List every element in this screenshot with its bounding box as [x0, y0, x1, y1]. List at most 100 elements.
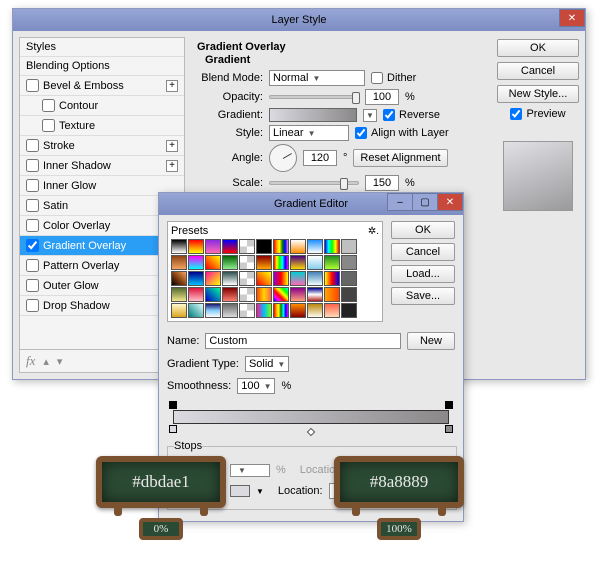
ge-save-button[interactable]: Save... — [391, 287, 455, 305]
preset-swatch[interactable] — [290, 287, 306, 302]
plus-icon[interactable]: + — [166, 140, 178, 152]
preset-swatch[interactable] — [222, 303, 238, 318]
sidebar-item-bevel-emboss[interactable]: Bevel & Emboss+ — [20, 76, 184, 96]
gradient-picker-button[interactable]: ▼ — [363, 109, 377, 122]
dither-checkbox[interactable]: Dither — [371, 72, 416, 84]
preset-swatch[interactable] — [205, 239, 221, 254]
ok-button[interactable]: OK — [497, 39, 579, 57]
style-select[interactable]: Linear▼ — [269, 125, 349, 141]
preset-swatch[interactable] — [222, 271, 238, 286]
sidebar-item-checkbox[interactable] — [26, 199, 39, 212]
opacity-stop-right[interactable] — [445, 401, 453, 409]
stop-color-swatch[interactable] — [230, 485, 250, 497]
preset-swatch[interactable] — [307, 255, 323, 270]
gradient-swatch[interactable] — [269, 108, 357, 122]
preset-swatch[interactable] — [324, 303, 340, 318]
preset-swatch[interactable] — [188, 287, 204, 302]
preset-swatch[interactable] — [205, 287, 221, 302]
sidebar-item-inner-shadow[interactable]: Inner Shadow+ — [20, 156, 184, 176]
plus-icon[interactable]: + — [166, 80, 178, 92]
ge-load-button[interactable]: Load... — [391, 265, 455, 283]
new-style-button[interactable]: New Style... — [497, 85, 579, 103]
preset-swatch[interactable] — [273, 239, 289, 254]
gradient-editor-titlebar[interactable]: Gradient Editor – ▢ ✕ — [159, 193, 463, 215]
opacity-slider[interactable] — [269, 95, 359, 99]
sidebar-item-checkbox[interactable] — [26, 79, 39, 92]
preset-swatch[interactable] — [307, 239, 323, 254]
sidebar-item-checkbox[interactable] — [26, 259, 39, 272]
reset-alignment-button[interactable]: Reset Alignment — [353, 149, 447, 167]
sidebar-item-checkbox[interactable] — [42, 119, 55, 132]
preset-swatch[interactable] — [188, 303, 204, 318]
preset-swatch[interactable] — [324, 271, 340, 286]
sidebar-item-checkbox[interactable] — [26, 279, 39, 292]
preset-swatch[interactable] — [222, 287, 238, 302]
gear-icon[interactable]: ✲. — [368, 226, 379, 237]
preset-swatch[interactable] — [307, 271, 323, 286]
angle-dial[interactable] — [269, 144, 297, 172]
arrow-up-icon[interactable]: ▴ — [43, 355, 49, 368]
sidebar-item-checkbox[interactable] — [26, 179, 39, 192]
chevron-down-icon[interactable]: ▼ — [256, 487, 264, 496]
preset-swatch[interactable] — [171, 271, 187, 286]
gradient-strip[interactable] — [167, 402, 455, 432]
smoothness-input[interactable]: 100▼ — [237, 378, 275, 394]
cancel-button[interactable]: Cancel — [497, 62, 579, 80]
preset-swatch[interactable] — [341, 271, 357, 286]
preset-swatch[interactable] — [239, 287, 255, 302]
sidebar-item-stroke[interactable]: Stroke+ — [20, 136, 184, 156]
opacity-stop-left[interactable] — [169, 401, 177, 409]
preset-swatch[interactable] — [171, 239, 187, 254]
ge-cancel-button[interactable]: Cancel — [391, 243, 455, 261]
align-checkbox[interactable]: Align with Layer — [355, 127, 449, 139]
preset-swatch[interactable] — [307, 303, 323, 318]
angle-input[interactable] — [303, 150, 337, 166]
sidebar-item-texture[interactable]: Texture — [20, 116, 184, 136]
preset-swatch[interactable] — [256, 255, 272, 270]
sidebar-item-checkbox[interactable] — [26, 299, 39, 312]
sidebar-item-contour[interactable]: Contour — [20, 96, 184, 116]
preset-swatch[interactable] — [188, 239, 204, 254]
preset-swatch[interactable] — [256, 303, 272, 318]
color-stop-right[interactable] — [445, 425, 453, 433]
preset-swatch[interactable] — [171, 255, 187, 270]
presets-grid[interactable] — [171, 239, 379, 318]
preset-swatch[interactable] — [256, 287, 272, 302]
sidebar-item-checkbox[interactable] — [26, 239, 39, 252]
preset-swatch[interactable] — [290, 239, 306, 254]
preset-swatch[interactable] — [290, 271, 306, 286]
preset-swatch[interactable] — [239, 255, 255, 270]
blendmode-select[interactable]: Normal▼ — [269, 70, 365, 86]
sidebar-item-checkbox[interactable] — [26, 139, 39, 152]
preset-swatch[interactable] — [239, 303, 255, 318]
preset-swatch[interactable] — [290, 303, 306, 318]
scale-slider[interactable] — [269, 181, 359, 185]
preset-swatch[interactable] — [341, 287, 357, 302]
layer-style-titlebar[interactable]: Layer Style ✕ — [13, 9, 585, 31]
preview-checkbox[interactable]: Preview — [497, 108, 579, 120]
midpoint-handle[interactable] — [307, 428, 315, 436]
preset-swatch[interactable] — [256, 271, 272, 286]
preset-swatch[interactable] — [171, 303, 187, 318]
arrow-down-icon[interactable]: ▾ — [57, 355, 63, 368]
gradient-type-select[interactable]: Solid▼ — [245, 356, 289, 372]
color-stop-left[interactable] — [169, 425, 177, 433]
preset-swatch[interactable] — [324, 255, 340, 270]
sidebar-item-checkbox[interactable] — [26, 219, 39, 232]
opacity-input[interactable] — [365, 89, 399, 105]
preset-swatch[interactable] — [256, 239, 272, 254]
preset-swatch[interactable] — [341, 255, 357, 270]
preset-swatch[interactable] — [205, 271, 221, 286]
preset-swatch[interactable] — [307, 287, 323, 302]
preset-swatch[interactable] — [341, 239, 357, 254]
sidebar-item-checkbox[interactable] — [26, 159, 39, 172]
preset-swatch[interactable] — [290, 255, 306, 270]
ge-ok-button[interactable]: OK — [391, 221, 455, 239]
preset-swatch[interactable] — [273, 255, 289, 270]
preset-swatch[interactable] — [273, 303, 289, 318]
preset-swatch[interactable] — [222, 255, 238, 270]
preset-swatch[interactable] — [222, 239, 238, 254]
preset-swatch[interactable] — [205, 303, 221, 318]
preset-swatch[interactable] — [273, 287, 289, 302]
sidebar-styles-heading[interactable]: Styles — [20, 38, 184, 57]
